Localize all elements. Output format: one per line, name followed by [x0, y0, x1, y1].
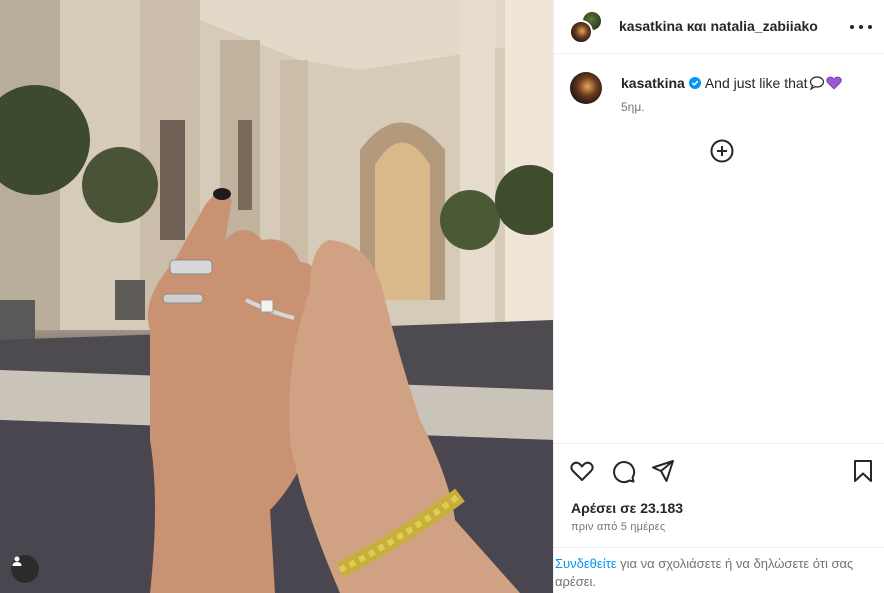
post-actions: Αρέσει σε 23.183 πριν από 5 ημέρες	[554, 443, 884, 547]
comment-icon[interactable]	[610, 458, 636, 484]
login-prompt: Συνδεθείτε για να σχολιάσετε ή να δηλώσε…	[554, 547, 884, 593]
person-icon	[12, 556, 22, 566]
post-side-panel: kasatkina και natalia_zabiiako kasatkina…	[553, 0, 884, 593]
post-photo	[0, 0, 553, 593]
caption-text: kasatkina And just like that	[621, 75, 842, 91]
avatar[interactable]	[570, 72, 602, 104]
caption-timestamp[interactable]: 5ημ.	[621, 100, 645, 114]
more-options-button[interactable]	[850, 18, 872, 36]
tagged-people-button[interactable]	[11, 555, 39, 583]
dot	[850, 25, 854, 29]
avatar	[569, 20, 593, 44]
post-header: kasatkina και natalia_zabiiako	[554, 0, 884, 54]
photo-illustration	[0, 0, 553, 593]
verified-badge-icon	[688, 77, 701, 89]
collab-avatars[interactable]	[569, 10, 603, 44]
dot	[868, 25, 872, 29]
caption-username[interactable]: kasatkina	[621, 75, 685, 91]
heart-outline-icon[interactable]	[569, 458, 595, 484]
purple-heart-icon	[825, 76, 842, 90]
post-date[interactable]: πριν από 5 ημέρες	[571, 521, 665, 533]
post-authors[interactable]: kasatkina και natalia_zabiiako	[619, 18, 818, 34]
share-icon[interactable]	[650, 458, 676, 484]
caption-body: And just like that	[704, 75, 808, 91]
bookmark-icon[interactable]	[850, 458, 876, 484]
login-link[interactable]: Συνδεθείτε	[555, 556, 617, 571]
speech-bubble-icon	[809, 76, 824, 90]
likes-count[interactable]: Αρέσει σε 23.183	[571, 500, 683, 516]
dot	[859, 25, 863, 29]
plus-circle-icon[interactable]	[710, 139, 734, 163]
